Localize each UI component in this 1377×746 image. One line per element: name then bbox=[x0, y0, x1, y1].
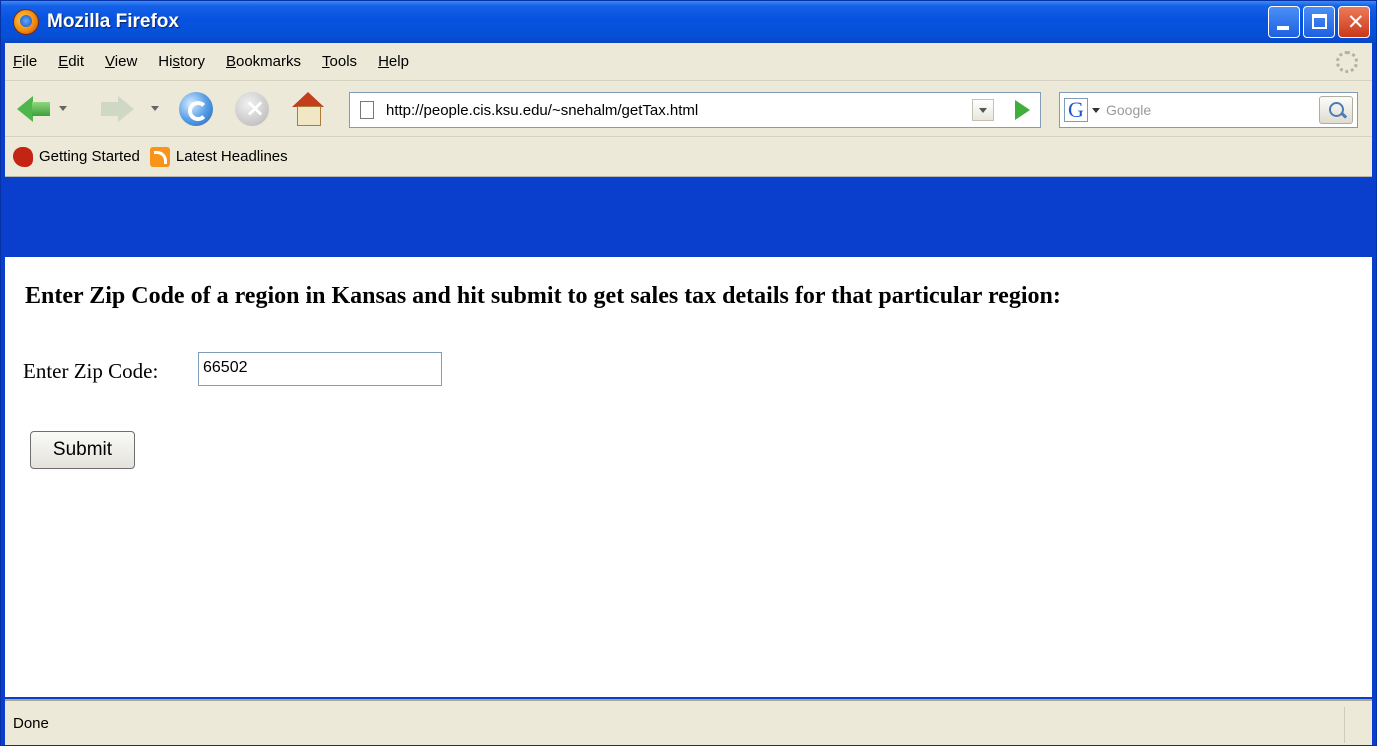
submit-button[interactable]: Submit bbox=[30, 431, 135, 469]
search-bar[interactable]: G Google bbox=[1059, 92, 1358, 128]
firefox-logo-icon bbox=[13, 9, 39, 35]
status-bar: Done bbox=[5, 699, 1372, 745]
minimize-icon bbox=[1277, 26, 1289, 30]
address-bar[interactable]: http://people.cis.ksu.edu/~snehalm/getTa… bbox=[349, 92, 1041, 128]
browser-chrome: File Edit View History Bookmarks Tools H… bbox=[5, 43, 1372, 177]
browser-window: Mozilla Firefox ✕ File Edit View History… bbox=[0, 0, 1377, 746]
minimize-button[interactable] bbox=[1268, 6, 1300, 38]
title-bar[interactable]: Mozilla Firefox ✕ bbox=[1, 1, 1376, 43]
resize-grip[interactable] bbox=[1344, 707, 1370, 743]
page-icon bbox=[360, 101, 374, 119]
menu-tools[interactable]: Tools bbox=[322, 53, 357, 70]
content-edge bbox=[1366, 257, 1372, 697]
window-title: Mozilla Firefox bbox=[47, 11, 179, 32]
home-button[interactable] bbox=[291, 92, 325, 126]
firefox-getting-started-icon bbox=[13, 146, 33, 167]
menu-history[interactable]: History bbox=[158, 53, 205, 70]
search-button[interactable] bbox=[1319, 96, 1353, 124]
menu-view[interactable]: View bbox=[105, 53, 137, 70]
go-button[interactable] bbox=[1015, 100, 1030, 120]
page-content: Enter Zip Code of a region in Kansas and… bbox=[5, 257, 1366, 697]
google-engine-icon[interactable]: G bbox=[1064, 98, 1088, 122]
back-history-dropdown[interactable] bbox=[59, 106, 67, 111]
reload-button[interactable] bbox=[179, 92, 213, 126]
search-input[interactable]: Google bbox=[1106, 102, 1151, 118]
status-text: Done bbox=[13, 714, 49, 732]
menu-bookmarks[interactable]: Bookmarks bbox=[226, 53, 301, 70]
navigation-toolbar: http://people.cis.ksu.edu/~snehalm/getTa… bbox=[5, 81, 1372, 137]
window-controls: ✕ bbox=[1268, 6, 1370, 38]
maximize-button[interactable] bbox=[1303, 6, 1335, 38]
zip-code-input[interactable]: 66502 bbox=[198, 352, 442, 386]
page-heading: Enter Zip Code of a region in Kansas and… bbox=[25, 283, 1061, 309]
menu-bar: File Edit View History Bookmarks Tools H… bbox=[5, 43, 1372, 81]
url-text[interactable]: http://people.cis.ksu.edu/~snehalm/getTa… bbox=[386, 102, 698, 119]
url-history-dropdown[interactable] bbox=[972, 99, 994, 121]
forward-history-dropdown[interactable] bbox=[151, 106, 159, 111]
close-icon: ✕ bbox=[1347, 10, 1365, 34]
bookmarks-toolbar: Getting Started Latest Headlines bbox=[5, 137, 1372, 177]
back-button[interactable] bbox=[17, 92, 51, 126]
menu-edit[interactable]: Edit bbox=[58, 53, 84, 70]
menu-help[interactable]: Help bbox=[378, 53, 409, 70]
bookmark-latest-headlines[interactable]: Latest Headlines bbox=[149, 146, 288, 167]
activity-throbber-icon bbox=[1336, 51, 1358, 73]
close-button[interactable]: ✕ bbox=[1338, 6, 1370, 38]
stop-button[interactable] bbox=[235, 92, 269, 126]
search-engine-dropdown[interactable] bbox=[1092, 107, 1100, 113]
zip-code-label: Enter Zip Code: bbox=[23, 359, 159, 383]
forward-button[interactable] bbox=[101, 92, 135, 126]
rss-feed-icon bbox=[149, 146, 170, 167]
menu-file[interactable]: File bbox=[13, 53, 37, 70]
bookmark-getting-started[interactable]: Getting Started bbox=[13, 146, 140, 167]
maximize-icon bbox=[1312, 14, 1327, 29]
